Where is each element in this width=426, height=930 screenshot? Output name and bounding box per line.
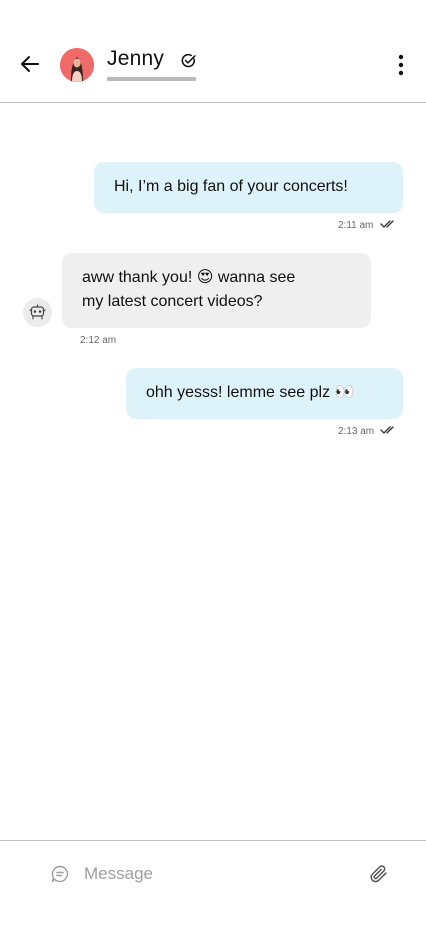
chat-bubble-icon	[51, 865, 69, 883]
robot-icon	[29, 304, 46, 320]
message-timestamp: 2:11 am	[338, 220, 374, 231]
paperclip-icon[interactable]	[368, 863, 389, 884]
avatar-photo	[60, 48, 94, 82]
incoming-message-bubble[interactable]: aww thank you! 😍 wanna see my latest con…	[62, 253, 371, 328]
message-text: Hi, I’m a big fan of your concerts!	[114, 178, 348, 195]
bot-avatar	[23, 298, 52, 327]
message-input[interactable]	[84, 861, 354, 887]
more-vertical-icon[interactable]	[392, 53, 410, 77]
name-underline	[107, 77, 196, 81]
outgoing-message-bubble[interactable]: ohh yesss! lemme see plz 👀	[126, 368, 403, 419]
arrow-left-icon[interactable]	[18, 52, 42, 76]
contact-name[interactable]: Jenny	[107, 47, 164, 71]
check-circle-icon	[181, 53, 196, 68]
outgoing-message-bubble[interactable]: Hi, I’m a big fan of your concerts!	[94, 162, 403, 213]
avatar[interactable]	[60, 48, 94, 82]
chat-header: Jenny	[0, 0, 426, 103]
double-check-icon	[380, 426, 394, 434]
message-timestamp: 2:13 am	[338, 426, 375, 437]
message-composer	[0, 840, 426, 930]
message-timestamp: 2:12 am	[80, 335, 117, 346]
message-text-line: my latest concert videos?	[82, 293, 263, 310]
message-text: ohh yesss! lemme see plz 👀	[146, 384, 355, 401]
message-text-line: aww thank you! 😍 wanna see	[82, 269, 296, 286]
double-check-icon	[380, 220, 394, 228]
